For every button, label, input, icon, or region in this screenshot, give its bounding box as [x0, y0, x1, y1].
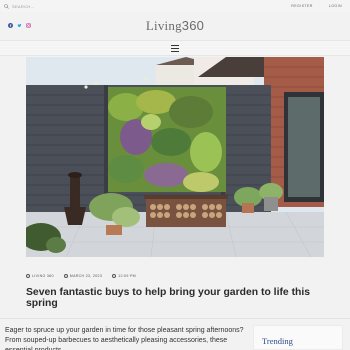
article-meta: LIVING 360 MARCH 23, 2023 12:09 PM: [26, 274, 136, 278]
publish-date: MARCH 23, 2023: [63, 274, 103, 278]
clock-icon: [112, 274, 117, 278]
site-logo[interactable]: Living360: [0, 18, 350, 34]
logo-text: Living: [145, 18, 182, 33]
register-link[interactable]: REGISTER: [291, 4, 313, 8]
hero-image: [26, 57, 324, 257]
article-headline[interactable]: Seven fantastic buys to help bring your …: [26, 287, 326, 309]
search-icon: [4, 3, 9, 9]
publish-time: 12:09 PM: [112, 274, 136, 278]
article-excerpt: Eager to spruce up your garden in time f…: [5, 327, 244, 350]
user-icon: [26, 274, 30, 278]
trending-title: Trending: [262, 336, 293, 346]
search-field[interactable]: SEARCH...: [4, 4, 35, 9]
divider: [0, 318, 350, 319]
calendar-icon: [63, 274, 68, 278]
top-bar: SEARCH... REGISTER LOGIN: [0, 0, 350, 12]
time-text: 12:09 PM: [118, 274, 136, 278]
trending-widget: Trending: [253, 325, 343, 350]
garden-photo: [26, 57, 324, 257]
logo-number: 360: [181, 18, 205, 33]
date-text: MARCH 23, 2023: [69, 274, 103, 278]
menu-icon[interactable]: [171, 45, 179, 52]
author-link[interactable]: LIVING 360: [26, 274, 54, 278]
search-placeholder: SEARCH...: [12, 3, 35, 9]
main-nav: [0, 40, 350, 56]
author-name: LIVING 360: [32, 274, 54, 278]
login-link[interactable]: LOGIN: [329, 4, 342, 8]
